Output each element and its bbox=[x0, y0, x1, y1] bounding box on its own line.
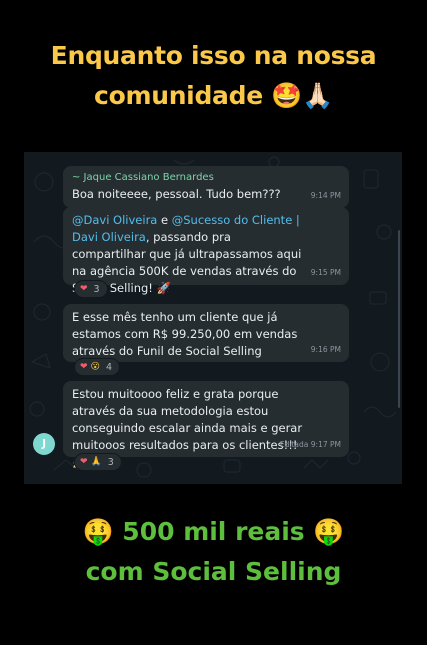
headline-line-1: Enquanto isso na nossa bbox=[50, 41, 377, 70]
footer-line-1: 🤑 500 mil reais 🤑 bbox=[82, 517, 345, 546]
message-text: Boa noiteeee, pessoal. Tudo bem??? bbox=[72, 187, 281, 201]
reaction-count: 3 bbox=[107, 456, 114, 468]
footer-line-2: com Social Selling bbox=[85, 557, 342, 586]
avatar[interactable]: J bbox=[33, 433, 55, 455]
message-conjunction: e bbox=[157, 213, 172, 227]
headline-line-2: comunidade 🤩🙏🏻 bbox=[94, 81, 333, 110]
message-time: Editada 9:17 PM bbox=[279, 440, 341, 449]
message-text: @Davi Oliveira e @Sucesso do Cliente | D… bbox=[72, 212, 341, 297]
reactions-pill[interactable]: ❤ 3 bbox=[74, 280, 108, 298]
heart-reaction-icon: ❤ bbox=[80, 456, 88, 467]
heart-reaction-icon: ❤ bbox=[80, 361, 88, 372]
message-time: 9:15 PM bbox=[310, 268, 341, 277]
surprised-reaction-icon: 😮 bbox=[90, 361, 100, 372]
message-text: E esse mês tenho um cliente que já estam… bbox=[72, 310, 298, 358]
heart-reaction-icon: ❤ bbox=[80, 283, 88, 294]
footer-caption: 🤑 500 mil reais 🤑 com Social Selling bbox=[0, 512, 427, 592]
mention-davi-oliveira[interactable]: @Davi Oliveira bbox=[72, 213, 157, 227]
chat-screenshot: ~ Jaque Cassiano Bernardes Boa noiteeee,… bbox=[24, 152, 402, 484]
message-bubble-1: ~ Jaque Cassiano Bernardes Boa noiteeee,… bbox=[63, 166, 349, 208]
chat-scrollbar[interactable] bbox=[398, 230, 400, 408]
message-bubble-2: @Davi Oliveira e @Sucesso do Cliente | D… bbox=[63, 207, 349, 295]
praying-hands-reaction-icon: 🙏 bbox=[90, 456, 102, 467]
message-sender[interactable]: ~ Jaque Cassiano Bernardes bbox=[72, 171, 341, 185]
reactions-pill[interactable]: ❤ 🙏 3 bbox=[74, 453, 122, 471]
message-bubble-3: E esse mês tenho um cliente que já estam… bbox=[63, 304, 349, 362]
reaction-count: 3 bbox=[93, 283, 100, 295]
message-bubble-4: Estou muitoooo feliz e grata porque atra… bbox=[63, 381, 349, 469]
message-time: 9:16 PM bbox=[310, 345, 341, 354]
headline: Enquanto isso na nossa comunidade 🤩🙏🏻 bbox=[0, 36, 427, 116]
message-time: 9:14 PM bbox=[310, 191, 341, 200]
reactions-pill[interactable]: ❤ 😮 4 bbox=[74, 358, 120, 376]
reaction-count: 4 bbox=[105, 361, 112, 373]
